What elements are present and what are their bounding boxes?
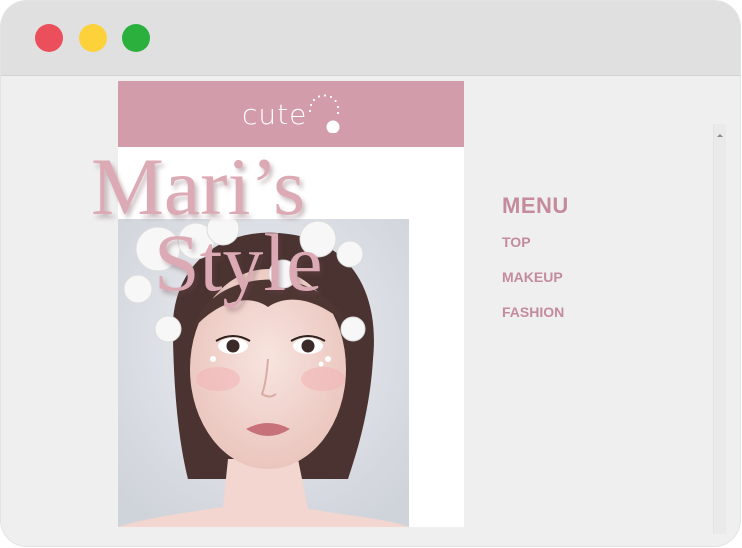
page-viewport: cute Mari’s Style MENU TOP MAKEUP FASHIO…: [1, 76, 740, 546]
maximize-window-button[interactable]: [122, 24, 150, 52]
title-bar: [1, 1, 740, 76]
logo-text[interactable]: cute: [242, 101, 307, 129]
vertical-scrollbar[interactable]: [713, 124, 726, 534]
menu-item-top[interactable]: TOP: [502, 234, 569, 250]
menu-item-makeup[interactable]: MAKEUP: [502, 269, 569, 285]
scroll-up-arrow-icon[interactable]: [717, 134, 723, 137]
close-window-button[interactable]: [35, 24, 63, 52]
minimize-window-button[interactable]: [79, 24, 107, 52]
browser-window: cute Mari’s Style MENU TOP MAKEUP FASHIO…: [1, 1, 740, 546]
menu-item-fashion[interactable]: FASHION: [502, 304, 569, 320]
hero-title-line-2: Style: [154, 217, 323, 308]
hero-title-line-1: Mari’s: [91, 141, 306, 232]
side-menu: MENU TOP MAKEUP FASHION: [502, 193, 569, 339]
logo-dots-icon: [308, 94, 340, 133]
menu-heading: MENU: [502, 193, 569, 218]
site-header: cute: [118, 81, 464, 147]
